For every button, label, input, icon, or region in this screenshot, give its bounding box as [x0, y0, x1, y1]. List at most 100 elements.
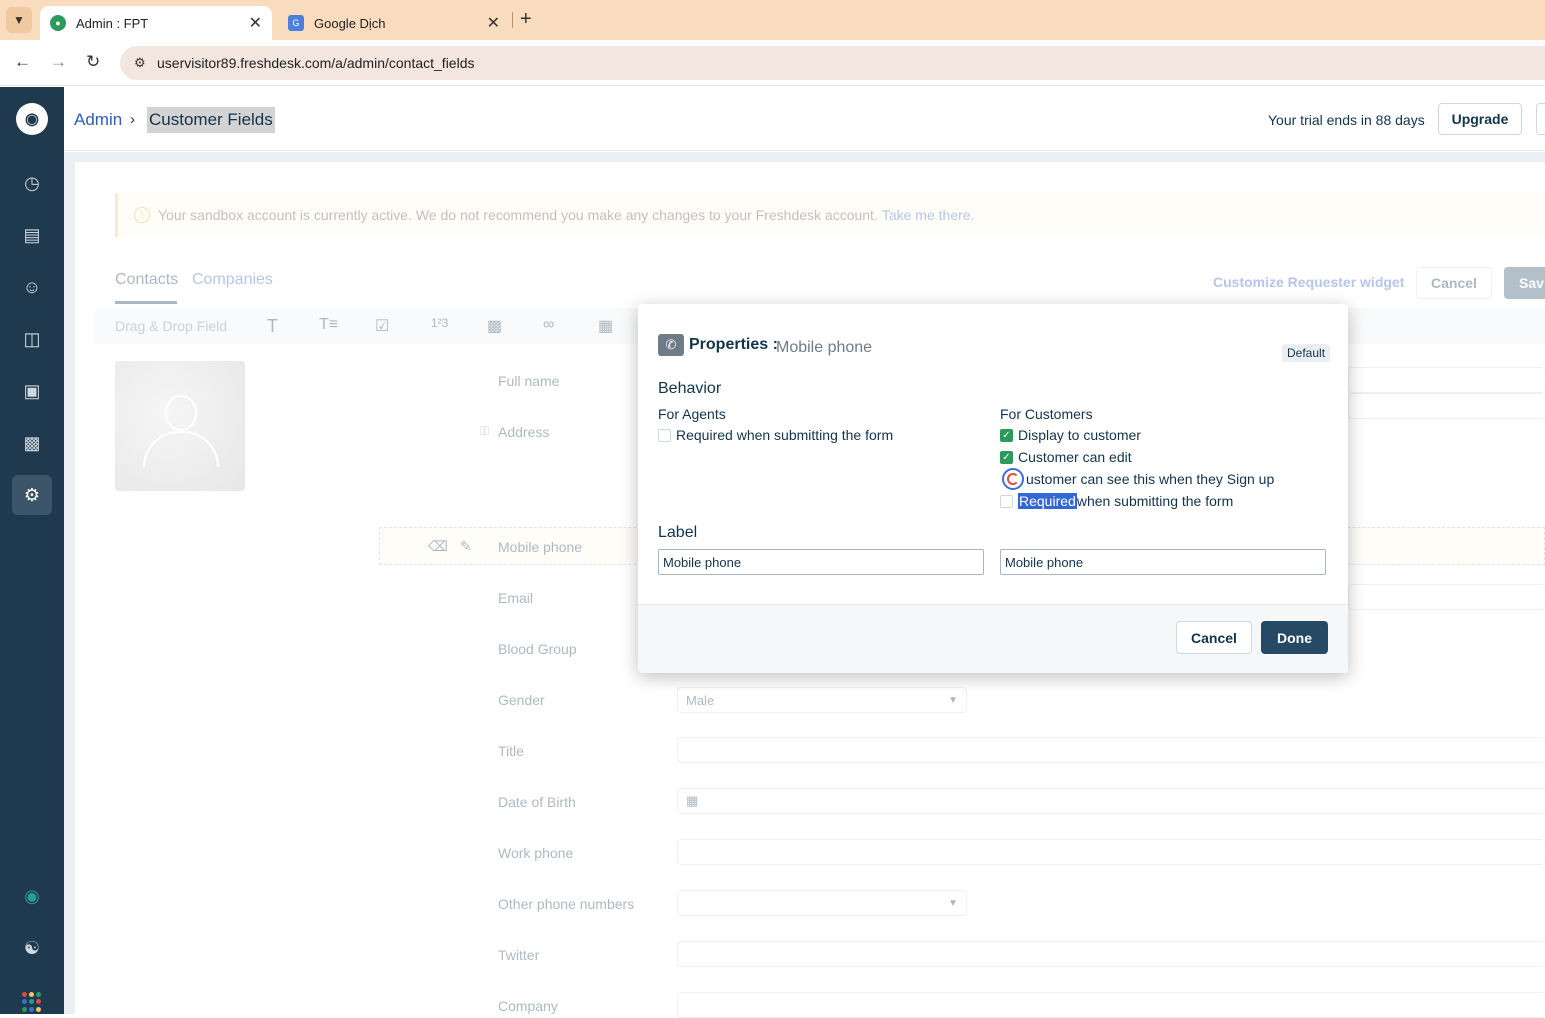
link-field-icon[interactable]: ∞: [543, 316, 554, 334]
option-label: ustomer can see this when they Sign up: [1026, 471, 1275, 487]
delete-icon[interactable]: ⌫: [428, 538, 448, 555]
field-label[interactable]: Work phone: [498, 845, 573, 861]
contacts-icon[interactable]: ☺: [12, 267, 52, 307]
url-field[interactable]: ⚙ uservisitor89.freshdesk.com/a/admin/co…: [120, 46, 1545, 80]
field-label[interactable]: Blood Group: [498, 641, 577, 657]
chevron-down-icon: ▼: [948, 694, 958, 706]
field-label[interactable]: Title: [498, 743, 524, 759]
reports-icon[interactable]: ▩: [12, 423, 52, 463]
tab-search-icon[interactable]: ▼: [6, 7, 32, 33]
customer-required-checkbox[interactable]: [1000, 494, 1013, 508]
customer-required-option[interactable]: Required when submitting the form: [1000, 492, 1233, 510]
email-input[interactable]: [1348, 584, 1545, 610]
customize-requester-widget-link[interactable]: Customize Requester widget: [1213, 274, 1404, 290]
signup-visibility-option[interactable]: ustomer can see this when they Sign up: [1026, 470, 1274, 488]
browser-tab-strip: ▼ ● Admin : FPT ✕ G Google Dịch ✕ +: [0, 0, 1545, 40]
customer-can-edit-option[interactable]: ✓ Customer can edit: [1000, 448, 1132, 466]
tab-title: Admin : FPT: [76, 15, 149, 31]
other-phone-select[interactable]: ▼: [677, 890, 967, 916]
freshdesk-logo-icon[interactable]: ◉: [16, 103, 48, 135]
forums-icon[interactable]: ▣: [12, 371, 52, 411]
url-text: uservisitor89.freshdesk.com/a/admin/cont…: [157, 55, 475, 71]
calendar-icon[interactable]: ▦: [686, 793, 698, 809]
close-tab-icon[interactable]: ✕: [249, 13, 262, 33]
forward-icon[interactable]: →: [50, 52, 67, 72]
display-to-customer-option[interactable]: ✓ Display to customer: [1000, 426, 1141, 444]
option-label: Display to customer: [1018, 427, 1141, 443]
agent-required-option[interactable]: Required when submitting the form: [658, 426, 893, 444]
browser-tab-google-translate[interactable]: G Google Dịch ✕: [278, 6, 510, 40]
take-me-there-link[interactable]: Take me there.: [882, 207, 975, 223]
full-name-input[interactable]: [1348, 367, 1545, 393]
site-settings-icon[interactable]: ⚙: [134, 55, 146, 71]
customer-can-edit-checkbox[interactable]: ✓: [1000, 450, 1013, 464]
for-customers-heading: For Customers: [1000, 406, 1093, 422]
phone-icon: ✆: [658, 334, 684, 356]
gender-value: Male: [686, 692, 715, 708]
field-label[interactable]: Date of Birth: [498, 794, 576, 810]
agent-required-checkbox[interactable]: [658, 428, 671, 442]
tab-contacts[interactable]: Contacts: [115, 271, 178, 304]
edit-icon[interactable]: ✎: [460, 538, 472, 555]
dashboard-icon[interactable]: ◷: [12, 163, 52, 203]
close-tab-icon[interactable]: ✕: [487, 13, 500, 33]
avatar-placeholder: [115, 361, 245, 491]
tab-title: Google Dịch: [314, 15, 386, 31]
work-phone-input[interactable]: [677, 839, 1545, 865]
tab-companies[interactable]: Companies: [192, 271, 273, 289]
freddy-icon[interactable]: ◉: [12, 876, 52, 916]
cancel-button[interactable]: Cancel: [1416, 267, 1492, 299]
dropdown-field-icon[interactable]: ▩: [487, 316, 502, 336]
knowledge-base-icon[interactable]: ◫: [12, 319, 52, 359]
reload-icon[interactable]: ↻: [86, 52, 100, 72]
date-of-birth-input[interactable]: ▦: [677, 788, 1545, 814]
apps-grid-icon[interactable]: [22, 992, 42, 1012]
admin-gear-icon[interactable]: ⚙: [12, 475, 52, 515]
field-label[interactable]: Full name: [498, 373, 559, 389]
paragraph-field-icon[interactable]: T≡: [319, 316, 338, 334]
selected-text: Required: [1018, 493, 1077, 509]
default-badge: Default: [1282, 344, 1331, 362]
input-value: Mobile phone: [663, 554, 742, 570]
sidebar: ◉ ◷ ▤ ☺ ◫ ▣ ▩ ⚙ ◉ ☯: [0, 87, 64, 1014]
modal-cancel-button[interactable]: Cancel: [1176, 621, 1252, 654]
page-title: Customer Fields: [147, 107, 275, 133]
drag-drop-label: Drag & Drop Field: [115, 318, 228, 334]
back-icon[interactable]: ←: [14, 52, 31, 72]
browser-tab-admin[interactable]: ● Admin : FPT ✕: [40, 6, 272, 40]
field-label[interactable]: Other phone numbers: [498, 896, 634, 912]
google-translate-favicon-icon: G: [288, 15, 304, 31]
field-label[interactable]: Email: [498, 590, 533, 606]
company-input[interactable]: [677, 992, 1545, 1018]
title-input[interactable]: [677, 737, 1545, 763]
new-tab-icon[interactable]: +: [520, 8, 532, 31]
gender-select[interactable]: Male ▼: [677, 687, 967, 713]
chat-icon[interactable]: ☯: [12, 928, 52, 968]
sandbox-text: Your sandbox account is currently active…: [158, 207, 878, 223]
modal-subtitle: Mobile phone: [776, 339, 873, 356]
field-label[interactable]: Address: [498, 424, 549, 440]
number-field-icon[interactable]: 1²3: [431, 316, 448, 330]
input-value: Mobile phone: [1005, 554, 1084, 570]
twitter-input[interactable]: [677, 941, 1545, 967]
field-label[interactable]: Mobile phone: [498, 539, 582, 555]
field-label[interactable]: Gender: [498, 692, 545, 708]
save-button[interactable]: Sav: [1504, 267, 1545, 299]
text-field-icon[interactable]: T: [267, 316, 278, 337]
upgrade-button[interactable]: Upgrade: [1438, 103, 1522, 135]
display-to-customer-checkbox[interactable]: ✓: [1000, 428, 1013, 442]
avatar-body-icon: [143, 431, 219, 467]
checkbox-field-icon[interactable]: ☑: [375, 316, 389, 336]
tickets-icon[interactable]: ▤: [12, 215, 52, 255]
customer-label-input[interactable]: Mobile phone: [1000, 549, 1326, 575]
address-input[interactable]: [1348, 393, 1545, 419]
agent-label-input[interactable]: Mobile phone: [658, 549, 984, 575]
header-extra-button[interactable]: [1536, 103, 1545, 135]
tab-divider: [512, 12, 513, 28]
properties-modal: ✆ Properties : Mobile phone Default Beha…: [638, 304, 1348, 673]
modal-done-button[interactable]: Done: [1261, 621, 1328, 654]
field-label[interactable]: Company: [498, 998, 558, 1014]
breadcrumb-admin[interactable]: Admin: [74, 110, 122, 130]
date-field-icon[interactable]: ▦: [598, 316, 613, 336]
field-label[interactable]: Twitter: [498, 947, 539, 963]
